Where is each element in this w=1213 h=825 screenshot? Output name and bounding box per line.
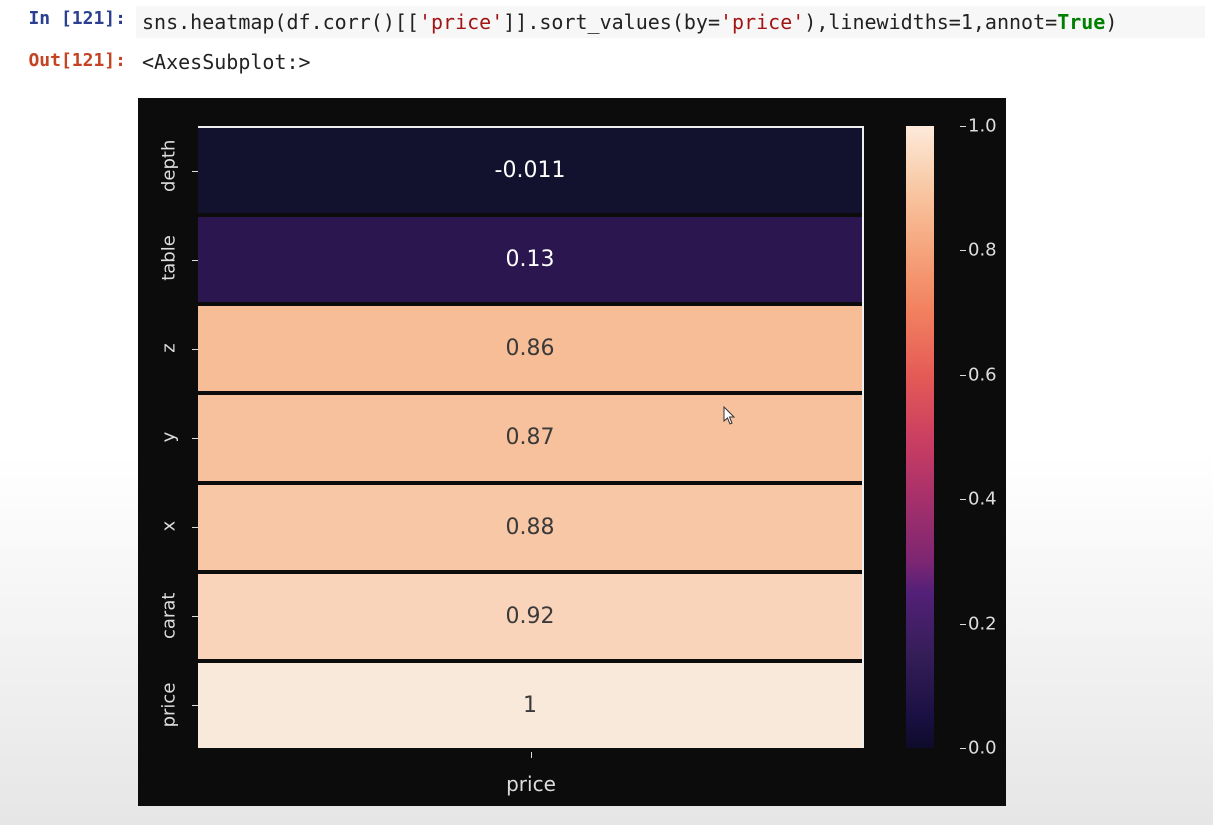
- code-plain: ),linewidths=: [804, 10, 961, 34]
- y-tick: [192, 616, 198, 617]
- code-number: 1: [961, 10, 973, 34]
- y-axis-label: price: [159, 682, 180, 728]
- y-axis-label: y: [159, 414, 180, 460]
- colorbar-tick-label: 0.4: [968, 489, 998, 510]
- colorbar-tick-label: 0.6: [968, 364, 998, 385]
- out-text: <AxesSubplot:>: [136, 48, 317, 76]
- code-plain: ]].sort_values(by=: [503, 10, 720, 34]
- heatmap-cell: 0.13: [198, 217, 862, 302]
- code-input[interactable]: sns.heatmap(df.corr()[['price']].sort_va…: [136, 6, 1205, 38]
- y-axis-label: z: [159, 325, 180, 371]
- code-plain: ): [1105, 10, 1117, 34]
- y-tick: [192, 438, 198, 439]
- heatmap-figure: -0.011 0.13 0.86 0.87 0.88 0.92 1 price depth t…: [138, 98, 1006, 806]
- colorbar-tick-label: 0.0: [968, 738, 998, 759]
- heatmap-cell: 0.87: [198, 395, 862, 480]
- heatmap-annotation: 0.88: [506, 515, 555, 540]
- y-tick: [192, 260, 198, 261]
- y-tick: [192, 349, 198, 350]
- colorbar-tick: [960, 126, 966, 127]
- heatmap-cell: 0.86: [198, 306, 862, 391]
- input-cell: In [121]: sns.heatmap(df.corr()[['price'…: [0, 0, 1213, 42]
- x-axis-label: price: [198, 772, 864, 796]
- colorbar-tick-label: 1.0: [968, 116, 998, 137]
- in-prompt: In [121]:: [8, 6, 136, 31]
- colorbar-tick: [960, 748, 966, 749]
- colorbar-tick-label: 0.8: [968, 240, 998, 261]
- out-prompt: Out[121]:: [8, 48, 136, 73]
- heatmap-annotation: 0.92: [506, 604, 555, 629]
- colorbar-tick: [960, 250, 966, 251]
- y-axis-label: x: [159, 503, 180, 549]
- x-tick: [531, 752, 532, 758]
- heatmap-annotation: -0.011: [495, 158, 566, 183]
- code-keyword: True: [1057, 10, 1105, 34]
- colorbar-tick: [960, 624, 966, 625]
- heatmap-annotation: 0.13: [506, 247, 555, 272]
- heatmap-annotation: 1: [523, 693, 537, 718]
- heatmap-cell: -0.011: [198, 128, 862, 213]
- heatmap-cell: 0.92: [198, 574, 862, 659]
- output-cell-text: Out[121]: <AxesSubplot:>: [0, 42, 1213, 80]
- heatmap-cell: 0.88: [198, 485, 862, 570]
- heatmap-cell: 1: [198, 663, 862, 748]
- y-tick: [192, 171, 198, 172]
- heatmap-axes: -0.011 0.13 0.86 0.87 0.88 0.92 1: [198, 126, 864, 748]
- colorbar-tick: [960, 375, 966, 376]
- code-string: 'price': [419, 10, 503, 34]
- y-tick: [192, 705, 198, 706]
- y-axis-label: table: [159, 235, 180, 281]
- code-plain: ,annot=: [973, 10, 1057, 34]
- colorbar-tick: [960, 499, 966, 500]
- colorbar-tick-label: 0.2: [968, 613, 998, 634]
- heatmap-annotation: 0.86: [506, 336, 555, 361]
- heatmap-annotation: 0.87: [506, 425, 555, 450]
- y-axis-label: depth: [159, 146, 180, 192]
- code-string: 'price': [720, 10, 804, 34]
- y-axis-label: carat: [159, 593, 180, 639]
- colorbar: [906, 126, 934, 748]
- code-plain: sns.heatmap(df.corr()[[: [142, 10, 419, 34]
- y-tick: [192, 527, 198, 528]
